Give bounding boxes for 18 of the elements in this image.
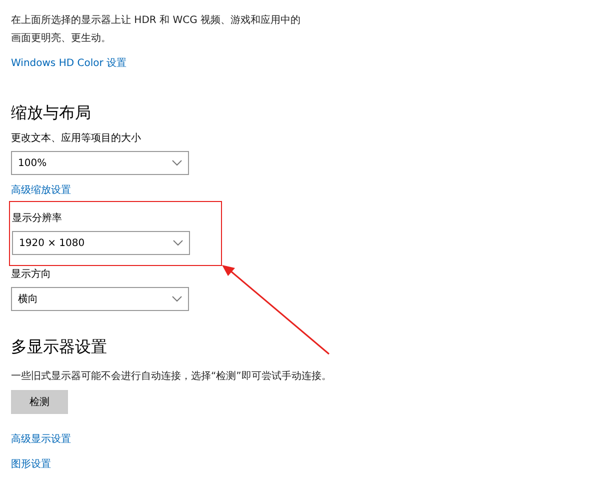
field-label: 显示分辨率 bbox=[12, 212, 63, 226]
hd-color-link[interactable]: Windows HD Color 设置 bbox=[11, 56, 127, 71]
info-text: 一些旧式显示器可能不会进行自动连接，选择“检测”即可尝试手动连接。 bbox=[11, 370, 332, 384]
section-heading: 缩放与布局 bbox=[11, 103, 92, 122]
dropdown[interactable]: 1920 × 1080 bbox=[12, 231, 190, 256]
settings-link[interactable]: 图形设置 bbox=[11, 457, 51, 472]
chevron-down-icon bbox=[172, 160, 182, 166]
chevron-down-icon bbox=[172, 296, 182, 302]
settings-link[interactable]: 高级缩放设置 bbox=[11, 183, 71, 198]
description-text: 在上面所选择的显示器上让 HDR 和 WCG 视频、游戏和应用中的画面更明亮、更生动。 bbox=[11, 14, 301, 46]
section-heading: 多显示器设置 bbox=[11, 337, 108, 356]
detect-button[interactable]: 检测 bbox=[11, 390, 68, 414]
field-label: 显示方向 bbox=[11, 268, 52, 282]
settings-link[interactable]: 高级显示设置 bbox=[11, 432, 71, 448]
chevron-down-icon bbox=[173, 240, 183, 246]
field-label: 更改文本、应用等项目的大小 bbox=[11, 132, 142, 146]
dropdown[interactable]: 横向 bbox=[11, 287, 189, 312]
dropdown[interactable]: 100% bbox=[11, 151, 189, 176]
